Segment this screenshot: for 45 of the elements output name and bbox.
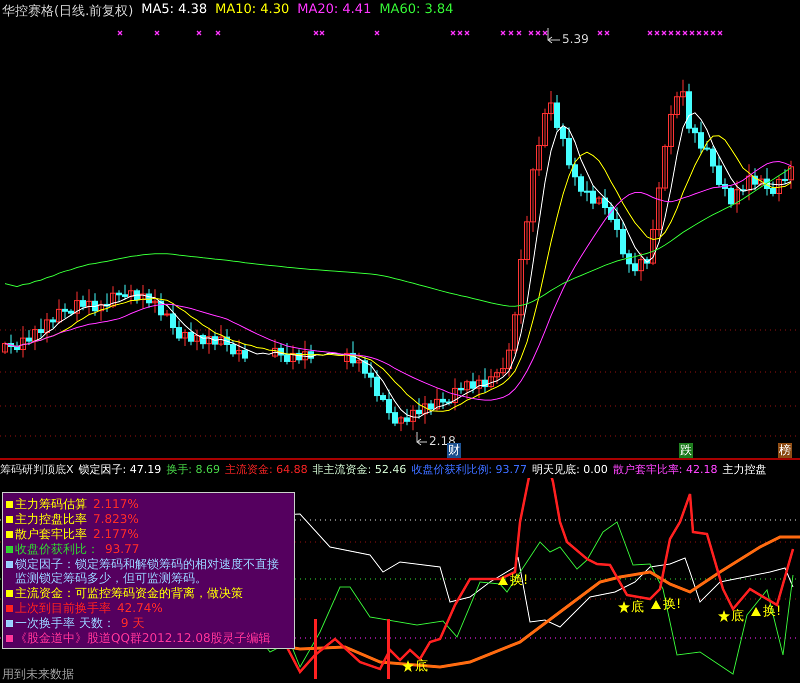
event-tag[interactable]: 跌 (679, 443, 693, 458)
stat-value: 2.177% (93, 527, 139, 541)
stat-value: 93.77 (105, 542, 140, 556)
stat-label: 散户套牢比率 (15, 527, 87, 541)
arrow-icon (416, 432, 428, 446)
moving-average-value: MA60: 3.84 (379, 2, 454, 19)
indicator-title: 筹码研判顶底X (0, 462, 74, 477)
star-icon (402, 660, 414, 672)
footnote-text: 用到未来数据 (2, 666, 74, 683)
signal-bar (314, 619, 317, 679)
stat-value: 9 天 (120, 616, 144, 630)
star-icon (718, 610, 730, 622)
stat-label: 上次到目前换手率 (15, 601, 111, 615)
high-price-label: 5.39 (562, 32, 589, 46)
indicator-value: 换手: 8.69 (166, 462, 220, 477)
stat-label: 主力控盘比率 (15, 512, 87, 526)
indicator-value: 主流资金: 64.88 (224, 462, 308, 477)
info-note: 主流资金：可监控筹码资金的背离，做决策 (15, 586, 243, 600)
moving-average-value: MA20: 4.41 (297, 2, 372, 19)
event-tag[interactable]: 榜 (778, 443, 792, 458)
stat-label: 主力筹码估算 (15, 497, 87, 511)
indicator-value: 锁定因子: 47.19 (78, 462, 162, 477)
stock-title: 华控赛格(日线.前复权) (2, 3, 134, 20)
indicator-value: 散户套牢比率: 42.18 (612, 462, 718, 477)
stat-value: 7.823% (93, 512, 139, 526)
triangle-icon (650, 598, 662, 610)
indicator-value: 收盘价获利比例: 93.77 (411, 462, 528, 477)
stat-value: 42.74% (117, 601, 163, 615)
info-note: 锁定因子：锁定筹码和解锁筹码的相对速度不直接监测锁定筹码多少，但可监测筹码。 (15, 557, 280, 585)
triangle-icon (750, 605, 762, 617)
triangle-icon (497, 574, 509, 586)
signal-label: 底 (731, 608, 744, 625)
signal-label: 底 (631, 599, 644, 616)
info-note: 《股金道中》股道QQ群2012.12.08股灵子编辑 (15, 631, 271, 645)
signal-bar (387, 619, 390, 679)
indicator-value: 明天见底: 0.00 (532, 462, 608, 477)
stat-label: 一次换手率 天数： (15, 616, 115, 630)
indicator-value: 非主流资金: 52.46 (312, 462, 406, 477)
moving-average-value: MA5: 4.38 (141, 2, 208, 19)
stat-value: 2.117% (93, 497, 139, 511)
star-icon (618, 601, 630, 613)
arrow-icon (548, 28, 560, 44)
stat-label: 收盘价获利比： (15, 542, 99, 556)
indicator-value: 主力控盘 (722, 462, 766, 477)
moving-average-value: MA10: 4.30 (215, 2, 290, 19)
